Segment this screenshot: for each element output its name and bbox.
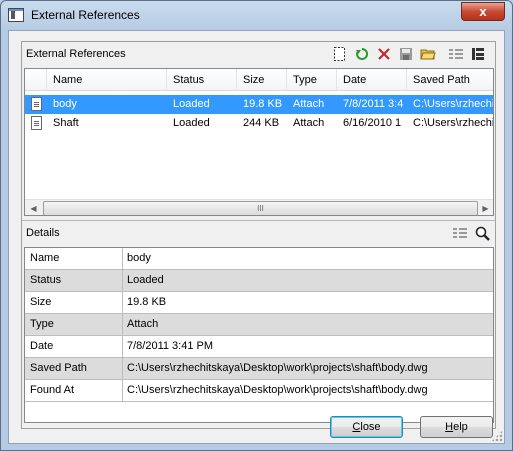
details-key: Status xyxy=(25,270,123,291)
save-icon[interactable] xyxy=(396,44,416,64)
row-date: 6/16/2010 1 xyxy=(343,117,402,129)
window-title: External References xyxy=(31,8,140,22)
column-header-type[interactable]: Type xyxy=(287,69,337,91)
preview-magnifier-icon[interactable] xyxy=(472,223,492,243)
help-button[interactable]: Help xyxy=(420,416,493,438)
scroll-thumb[interactable]: III xyxy=(43,201,478,215)
scroll-left-arrow-icon[interactable]: ◀ xyxy=(25,200,42,215)
app-icon xyxy=(8,8,24,22)
refresh-icon[interactable] xyxy=(352,44,372,64)
list-header: Name Status Size Type Date Saved Path xyxy=(25,69,493,91)
details-row-type: Type Attach xyxy=(25,314,493,336)
details-row-found-at: Found At C:\Users\rzhechitskaya\Desktop\… xyxy=(25,380,493,402)
close-window-button[interactable]: x xyxy=(461,2,505,21)
row-date: 7/8/2011 3:4 xyxy=(343,98,404,110)
scroll-right-arrow-icon[interactable]: ▶ xyxy=(477,200,493,215)
splitter[interactable] xyxy=(22,220,495,221)
tree-view-icon[interactable] xyxy=(468,44,488,64)
column-header-date[interactable]: Date xyxy=(337,69,407,91)
list-view-icon[interactable] xyxy=(446,44,466,64)
help-accelerator: H xyxy=(445,421,454,433)
new-document-icon[interactable] xyxy=(330,44,350,64)
column-header-saved-path[interactable]: Saved Path xyxy=(407,69,493,91)
external-references-panel: External References Name Status Size Typ… xyxy=(21,41,496,429)
row-type: Attach xyxy=(293,98,325,110)
dialog-window: External References x External Reference… xyxy=(0,0,513,451)
details-key: Saved Path xyxy=(25,358,123,379)
details-row-status: Status Loaded xyxy=(25,270,493,292)
details-value: C:\Users\rzhechitskaya\Desktop\work\proj… xyxy=(127,384,428,396)
close-button[interactable]: Close xyxy=(330,416,403,438)
list-view-icon[interactable] xyxy=(450,223,470,243)
dialog-client-area: External References Name Status Size Typ… xyxy=(8,30,505,444)
details-row-saved-path: Saved Path C:\Users\rzhechitskaya\Deskto… xyxy=(25,358,493,380)
row-size: 19.8 KB xyxy=(243,98,283,110)
details-key: Found At xyxy=(25,380,123,401)
row-size: 244 KB xyxy=(243,117,280,129)
close-label-rest: lose xyxy=(360,421,381,433)
row-saved-path: C:\Users\rzhechi xyxy=(413,98,494,110)
details-value: Attach xyxy=(127,318,159,330)
drawing-file-icon xyxy=(31,97,42,111)
details-grid: Name body Status Loaded Size 19.8 KB Typ… xyxy=(24,247,494,423)
details-value: Loaded xyxy=(127,274,164,286)
row-name: Shaft xyxy=(53,117,79,129)
row-status: Loaded xyxy=(173,98,210,110)
details-value: 7/8/2011 3:41 PM xyxy=(127,340,214,352)
title-bar[interactable]: External References x xyxy=(1,1,512,31)
details-key: Type xyxy=(25,314,123,335)
details-key: Date xyxy=(25,336,123,357)
row-type: Attach xyxy=(293,117,325,129)
delete-icon[interactable] xyxy=(374,44,394,64)
column-header-size[interactable]: Size xyxy=(237,69,287,91)
details-toolbar xyxy=(450,223,492,243)
xref-row-body[interactable]: body Loaded 19.8 KB Attach 7/8/2011 3:4 … xyxy=(25,95,494,114)
open-folder-icon[interactable] xyxy=(418,44,438,64)
details-value: C:\Users\rzhechitskaya\Desktop\work\proj… xyxy=(127,362,428,374)
details-key: Size xyxy=(25,292,123,313)
column-header-icon[interactable] xyxy=(25,69,47,91)
xref-row-shaft[interactable]: Shaft Loaded 244 KB Attach 6/16/2010 1 C… xyxy=(25,114,494,133)
details-row-size: Size 19.8 KB xyxy=(25,292,493,314)
drawing-file-icon xyxy=(31,116,42,130)
row-status: Loaded xyxy=(173,117,210,129)
column-header-status[interactable]: Status xyxy=(167,69,237,91)
xref-list[interactable]: Name Status Size Type Date Saved Path bo… xyxy=(24,68,494,216)
external-references-label: External References xyxy=(26,48,126,60)
details-value: body xyxy=(127,252,151,264)
details-value: 19.8 KB xyxy=(127,296,167,308)
xref-toolbar xyxy=(330,44,488,64)
help-label-rest: elp xyxy=(453,421,468,433)
row-saved-path: C:\Users\rzhechi xyxy=(413,117,494,129)
row-name: body xyxy=(53,98,77,110)
details-label: Details xyxy=(26,227,60,239)
details-key: Name xyxy=(25,248,123,269)
horizontal-scrollbar[interactable]: ◀ III ▶ xyxy=(25,199,493,215)
details-row-name: Name body xyxy=(25,248,493,270)
column-header-name[interactable]: Name xyxy=(47,69,167,91)
details-row-date: Date 7/8/2011 3:41 PM xyxy=(25,336,493,358)
